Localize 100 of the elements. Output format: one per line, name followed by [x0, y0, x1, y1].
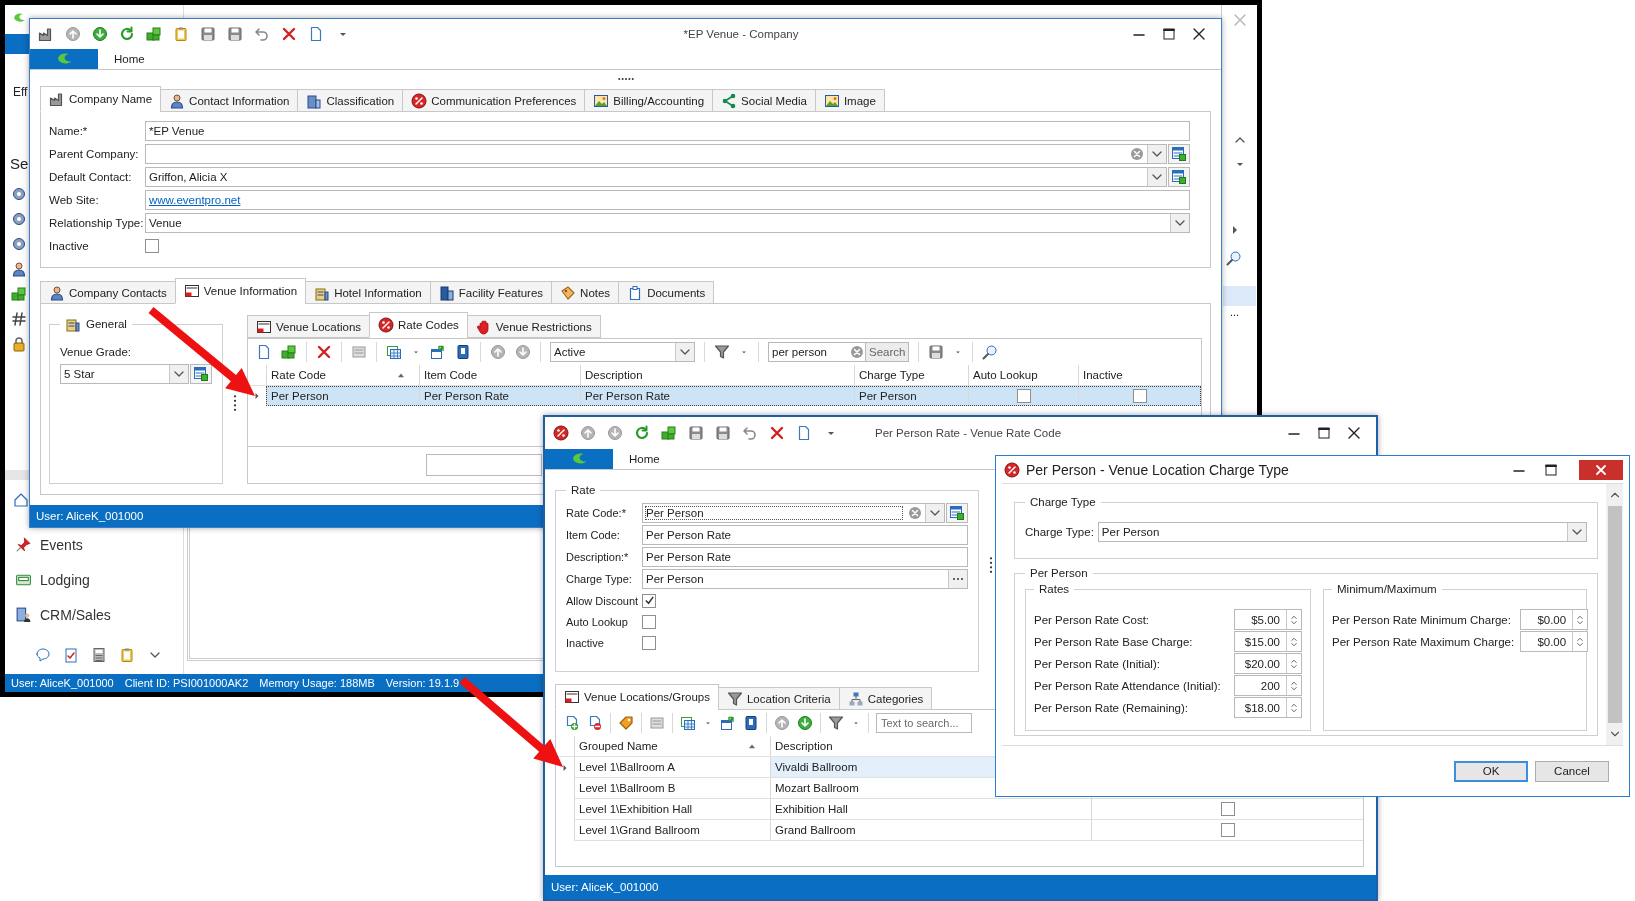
arrow-down-icon[interactable] — [607, 425, 623, 441]
checkbox[interactable] — [1220, 823, 1235, 837]
dialog-button[interactable]: Cancel — [1535, 760, 1609, 782]
funnel-icon[interactable] — [828, 715, 844, 731]
input-field[interactable]: Per Person Rate — [642, 525, 968, 545]
spin-field[interactable]: $18.00 — [1234, 697, 1302, 718]
spin-field[interactable]: $20.00 — [1234, 653, 1302, 674]
arrow-up-icon[interactable] — [580, 425, 596, 441]
table-lookup-icon[interactable] — [1171, 169, 1187, 185]
arrow-down-icon[interactable] — [797, 715, 813, 731]
tab[interactable]: Billing/Accounting — [584, 89, 714, 112]
input-field[interactable]: Per Person Rate — [642, 547, 968, 567]
clear-icon[interactable] — [849, 344, 865, 360]
spin-arrows-icon[interactable] — [1288, 701, 1300, 714]
column-header[interactable]: Rate Code — [266, 365, 419, 385]
spin-arrows-icon[interactable] — [1288, 679, 1300, 692]
arrow-up-icon[interactable] — [65, 26, 81, 42]
ribbon-tab[interactable]: Home — [114, 53, 145, 65]
checkbox[interactable] — [642, 635, 656, 650]
checkbox[interactable] — [642, 614, 656, 629]
column-header[interactable]: Item Code — [419, 365, 580, 385]
ribbon-tab[interactable]: Home — [629, 453, 660, 465]
cubes-icon[interactable] — [661, 425, 677, 441]
cubes-icon[interactable] — [146, 26, 162, 42]
clipboard-icon[interactable] — [173, 26, 189, 42]
input-field[interactable]: Per Person — [642, 569, 968, 589]
tab[interactable]: Rate Codes — [369, 312, 468, 338]
gear-icon[interactable] — [11, 211, 27, 227]
spin-arrows-icon[interactable] — [1288, 635, 1300, 648]
tab[interactable]: Contact Information — [160, 89, 299, 112]
delete-icon[interactable] — [281, 26, 297, 42]
arrow-up-icon[interactable] — [774, 715, 790, 731]
hash-icon[interactable] — [11, 311, 27, 327]
maximize-icon[interactable] — [1543, 461, 1559, 478]
table-icon[interactable] — [386, 344, 402, 360]
table-row[interactable]: Per Person Per Person Rate Per Person Rate Per Person — [266, 386, 1201, 406]
window-arrow-icon[interactable] — [720, 715, 736, 731]
book-icon[interactable] — [455, 344, 471, 360]
building-person-icon[interactable] — [15, 606, 32, 623]
dialog-button[interactable]: OK — [1454, 760, 1528, 782]
gear-icon[interactable] — [11, 186, 27, 202]
gear-icon[interactable] — [11, 236, 27, 252]
tab[interactable]: Company Name — [40, 86, 162, 112]
tab[interactable]: Image — [814, 89, 885, 112]
clear-icon[interactable] — [907, 505, 923, 521]
input-field[interactable]: Per Person — [642, 503, 945, 523]
app-menu-button[interactable] — [30, 49, 98, 69]
column-header[interactable]: Inactive — [1078, 365, 1201, 385]
spin-arrows-icon[interactable] — [1288, 613, 1300, 626]
delete-icon[interactable] — [316, 344, 332, 360]
tab[interactable]: Venue Locations/Groups — [555, 684, 719, 710]
checkbox[interactable] — [1133, 389, 1147, 403]
tab[interactable]: Hotel Information — [305, 281, 431, 304]
scrollbar[interactable] — [1606, 484, 1623, 745]
undo-icon[interactable] — [742, 425, 758, 441]
page-icon[interactable] — [308, 26, 324, 42]
tab[interactable]: Categories — [838, 687, 933, 710]
arrow-down-icon[interactable] — [515, 344, 531, 360]
input-field[interactable] — [426, 454, 542, 476]
search-field[interactable]: per person — [768, 342, 866, 362]
input-field[interactable]: Venue — [145, 213, 1190, 233]
tab[interactable]: Classification — [297, 89, 404, 112]
book-icon[interactable] — [743, 715, 759, 731]
checkbox[interactable] — [642, 593, 656, 608]
arrow-down-icon[interactable] — [92, 26, 108, 42]
column-header[interactable]: Auto Lookup — [968, 365, 1078, 385]
arrow-up-icon[interactable] — [490, 344, 506, 360]
checklist-icon[interactable] — [63, 647, 79, 663]
maximize-icon[interactable] — [1161, 26, 1177, 42]
input-field[interactable]: Griffon, Alicia X — [145, 167, 1167, 187]
tag-icon[interactable] — [618, 715, 634, 731]
undo-icon[interactable] — [254, 26, 270, 42]
search-icon[interactable] — [982, 344, 999, 360]
table-row[interactable]: Level 1\Exhibition Hall Exhibition Hall — [574, 799, 1363, 820]
input-field[interactable]: *EP Venue — [145, 121, 1190, 141]
nav-item[interactable]: CRM/Sales — [40, 606, 111, 623]
input-field[interactable] — [145, 144, 1167, 164]
dropdown-field[interactable]: Per Person — [1097, 522, 1587, 542]
search-button[interactable]: Search — [865, 342, 910, 362]
tab[interactable]: Venue Information — [174, 278, 307, 304]
lock-icon[interactable] — [11, 336, 27, 352]
checkbox[interactable] — [1016, 389, 1031, 403]
percent-badge-icon[interactable] — [553, 425, 569, 441]
calculator-icon[interactable] — [91, 647, 107, 663]
dropdown-field[interactable]: 5 Star — [60, 364, 189, 384]
tab[interactable]: Communication Preferences — [402, 89, 586, 112]
remove-page-icon[interactable] — [587, 715, 603, 731]
checkbox[interactable] — [1220, 802, 1235, 816]
search-field[interactable]: Text to search... — [876, 713, 972, 733]
column-header[interactable]: Description — [580, 365, 854, 385]
nav-item[interactable]: Events — [40, 536, 83, 553]
table-icon[interactable] — [680, 715, 696, 731]
cubes-icon[interactable] — [11, 286, 27, 302]
tab[interactable]: Venue Locations — [247, 315, 371, 338]
spin-arrows-icon[interactable] — [1288, 657, 1300, 670]
close-button[interactable] — [1579, 459, 1623, 480]
delete-icon[interactable] — [769, 425, 785, 441]
person-icon[interactable] — [11, 261, 27, 277]
home-icon[interactable] — [13, 492, 29, 508]
pin-icon[interactable] — [15, 536, 32, 553]
